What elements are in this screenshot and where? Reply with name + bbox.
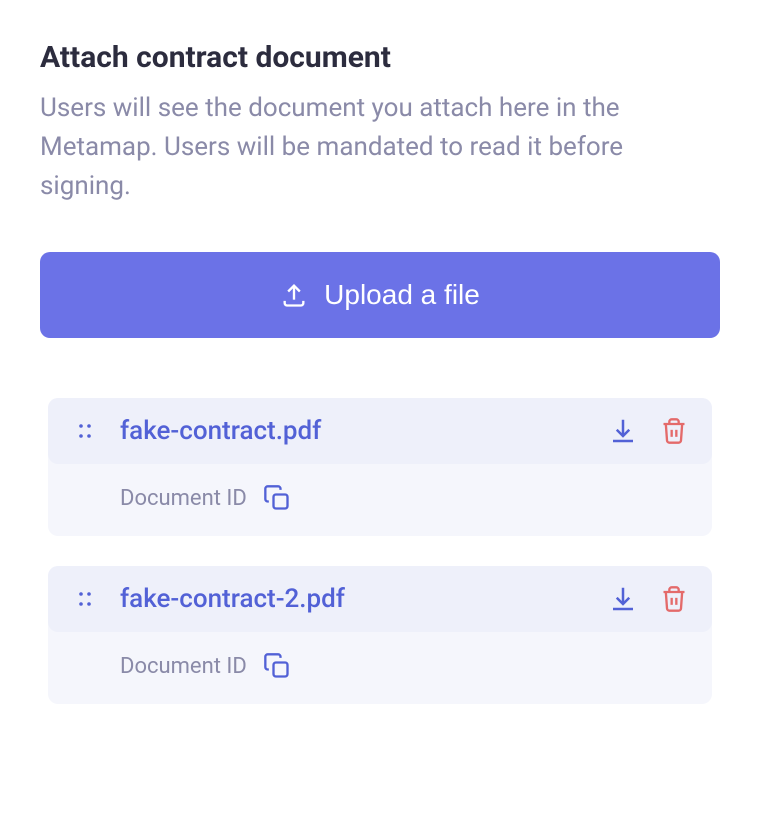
copy-document-id-button[interactable]	[261, 650, 293, 682]
file-card: fake-contract-2.pdf	[48, 566, 712, 704]
drag-handle[interactable]	[70, 419, 100, 443]
file-name: fake-contract.pdf	[120, 416, 586, 446]
file-name: fake-contract-2.pdf	[120, 584, 586, 614]
file-row: fake-contract.pdf	[48, 398, 712, 464]
file-card: fake-contract.pdf	[48, 398, 712, 536]
document-id-label: Document ID	[120, 486, 247, 511]
delete-button[interactable]	[658, 582, 690, 616]
download-icon	[608, 416, 638, 446]
drag-icon	[73, 419, 97, 443]
trash-icon	[660, 416, 688, 446]
download-icon	[608, 584, 638, 614]
trash-icon	[660, 584, 688, 614]
page-title: Attach contract document	[40, 40, 720, 75]
document-id-row: Document ID	[48, 632, 712, 704]
file-actions	[606, 414, 690, 448]
upload-icon	[280, 281, 308, 309]
page-description: Users will see the document you attach h…	[40, 89, 720, 206]
file-actions	[606, 582, 690, 616]
copy-document-id-button[interactable]	[261, 482, 293, 514]
document-id-row: Document ID	[48, 464, 712, 536]
drag-handle[interactable]	[70, 587, 100, 611]
upload-button-label: Upload a file	[324, 279, 480, 311]
document-id-label: Document ID	[120, 654, 247, 679]
download-button[interactable]	[606, 414, 640, 448]
download-button[interactable]	[606, 582, 640, 616]
copy-icon	[263, 484, 291, 512]
upload-file-button[interactable]: Upload a file	[40, 252, 720, 338]
drag-icon	[73, 587, 97, 611]
file-row: fake-contract-2.pdf	[48, 566, 712, 632]
delete-button[interactable]	[658, 414, 690, 448]
copy-icon	[263, 652, 291, 680]
file-list: fake-contract.pdf	[40, 398, 720, 704]
